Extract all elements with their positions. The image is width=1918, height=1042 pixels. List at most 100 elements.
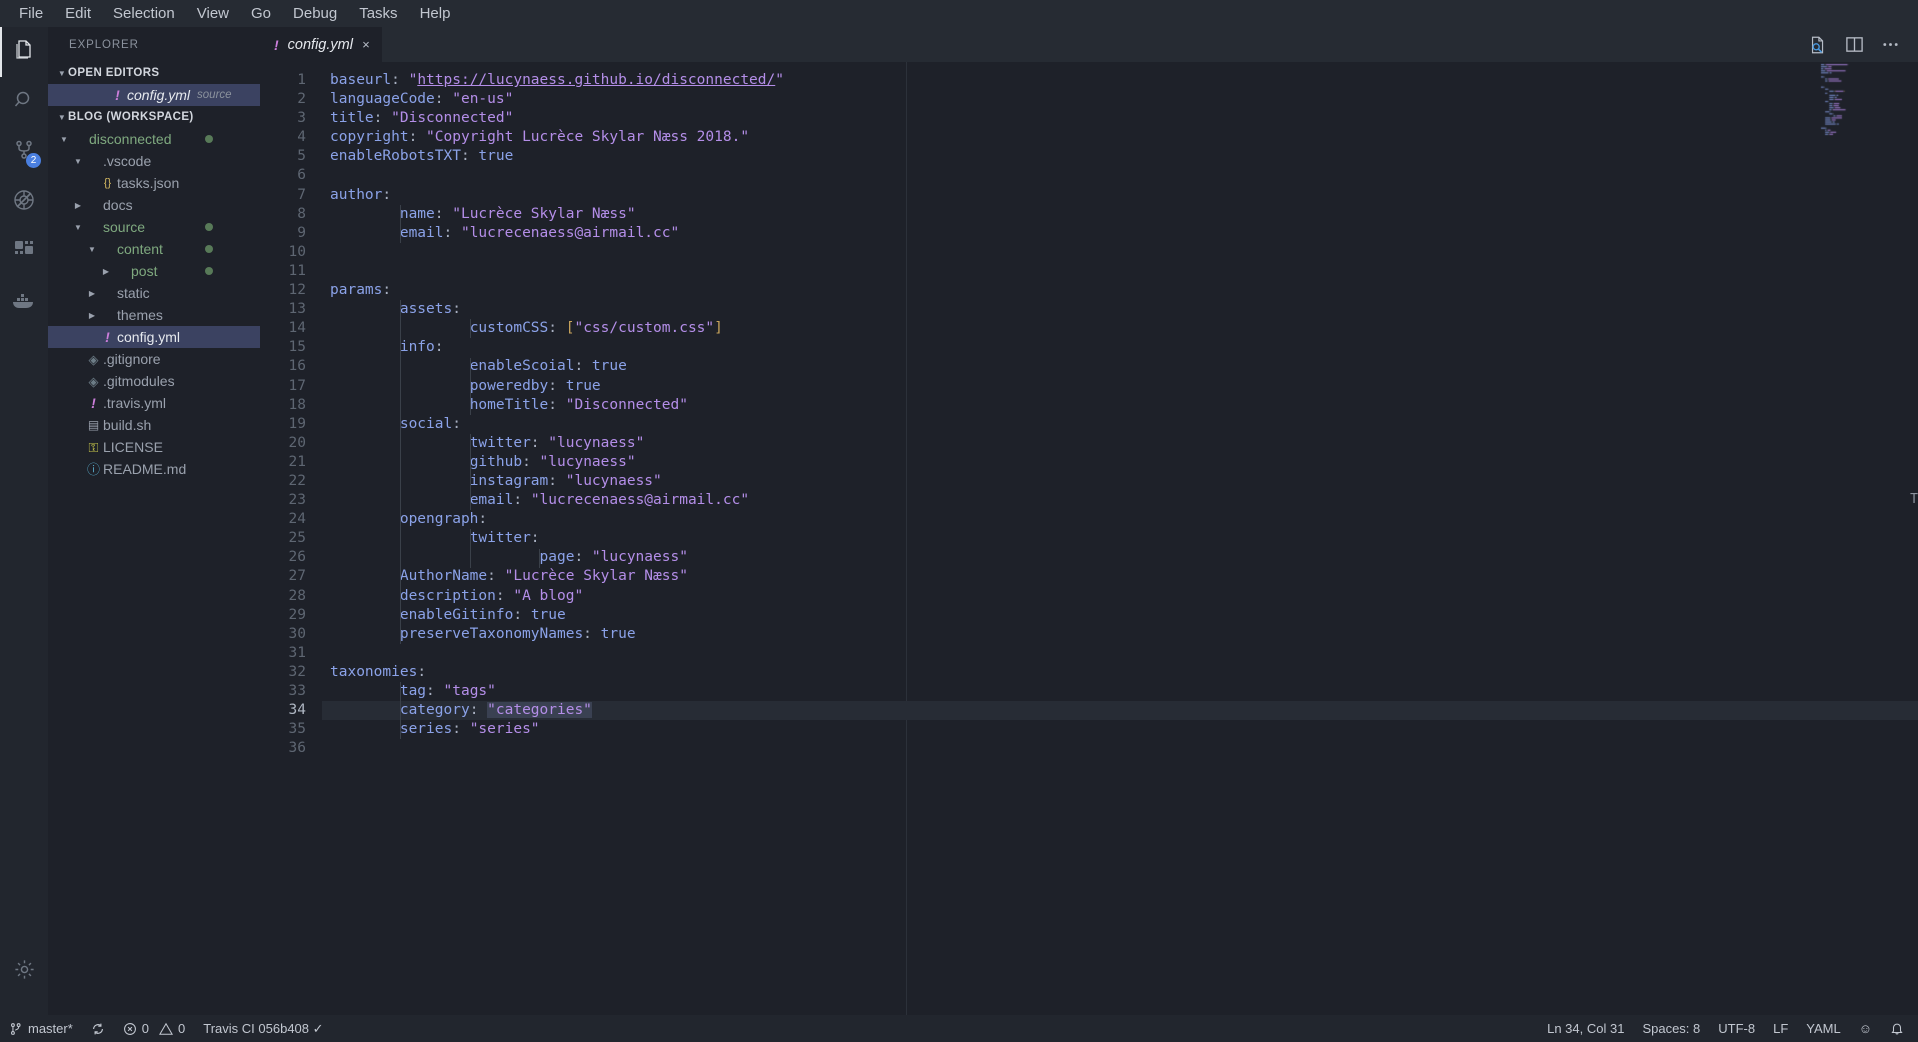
code-line[interactable]: copyright: "Copyright Lucrèce Skylar Næs… <box>322 128 1918 147</box>
tree-folder-disconnected[interactable]: ▼ disconnected <box>48 128 260 150</box>
code-content[interactable]: baseurl: "https://lucynaess.github.io/di… <box>322 62 1918 1015</box>
code-line[interactable] <box>322 262 1918 281</box>
activity-item-search[interactable] <box>0 77 48 127</box>
status-travis-ci[interactable]: Travis CI 056b408 ✓ <box>194 1015 332 1042</box>
status-travis-label: Travis CI 056b408 ✓ <box>203 1020 324 1036</box>
status-feedback[interactable]: ☺ <box>1850 1021 1881 1036</box>
tree-file-build.sh[interactable]: ▤ build.sh <box>48 414 260 436</box>
code-token: social <box>399 415 453 432</box>
code-line[interactable]: title: "Disconnected" <box>322 109 1918 128</box>
activity-item-explorer[interactable] <box>0 27 48 77</box>
line-number: 19 <box>288 415 306 432</box>
code-line[interactable] <box>322 166 1918 185</box>
activity-item-source-control[interactable]: 2 <box>0 127 48 177</box>
open-editor-item[interactable]: ! config.yml source <box>48 84 260 106</box>
code-line[interactable]: author: <box>322 186 1918 205</box>
code-line[interactable]: enableGitinfo: true <box>322 606 1918 625</box>
tree-file-gitmodules[interactable]: ◈ .gitmodules <box>48 370 260 392</box>
status-eol[interactable]: LF <box>1764 1021 1797 1036</box>
menu-debug[interactable]: Debug <box>282 3 348 24</box>
menu-file[interactable]: File <box>8 3 54 24</box>
code-line[interactable]: AuthorName: "Lucrèce Skylar Næss" <box>322 567 1918 586</box>
line-number: 25 <box>288 530 306 547</box>
status-problems[interactable]: 0 0 <box>114 1015 194 1042</box>
code-line[interactable]: params: <box>322 281 1918 300</box>
status-cursor-position[interactable]: Ln 34, Col 31 <box>1538 1021 1633 1036</box>
code-line[interactable] <box>322 644 1918 663</box>
status-language-mode[interactable]: YAML <box>1797 1021 1849 1036</box>
tab-config-yml[interactable]: ! config.yml × <box>260 27 382 62</box>
preview-icon[interactable] <box>1808 35 1828 55</box>
tree-folder-docs[interactable]: ▶ docs <box>48 194 260 216</box>
tree-folder-static[interactable]: ▶ static <box>48 282 260 304</box>
tree-folder-content[interactable]: ▼ content <box>48 238 260 260</box>
code-line[interactable]: email: "lucrecenaess@airmail.cc" <box>322 491 1918 510</box>
code-line[interactable]: baseurl: "https://lucynaess.github.io/di… <box>322 71 1918 90</box>
code-line[interactable]: email: "lucrecenaess@airmail.cc" <box>322 224 1918 243</box>
code-line[interactable]: poweredby: true <box>322 377 1918 396</box>
split-editor-icon[interactable] <box>1845 35 1864 54</box>
code-token: "lucrecenaess@airmail.cc" <box>460 224 680 241</box>
code-line[interactable]: customCSS: ["css/custom.css"] <box>322 319 1918 338</box>
menu-go[interactable]: Go <box>240 3 282 24</box>
activity-item-extensions[interactable] <box>0 227 48 277</box>
tree-file-travis.yml[interactable]: ! .travis.yml <box>48 392 260 414</box>
tree-folder-themes[interactable]: ▶ themes <box>48 304 260 326</box>
workspace-header[interactable]: ▼ BLOG (WORKSPACE) <box>48 106 260 128</box>
status-language-mode-label: YAML <box>1806 1021 1841 1036</box>
code-line[interactable]: twitter: "lucynaess" <box>322 434 1918 453</box>
code-line[interactable] <box>322 739 1918 758</box>
open-editors-header[interactable]: ▼ OPEN EDITORS <box>48 62 260 84</box>
tree-folder-post[interactable]: ▶ post <box>48 260 260 282</box>
code-line[interactable]: description: "A blog" <box>322 587 1918 606</box>
code-line[interactable]: taxonomies: <box>322 663 1918 682</box>
code-line[interactable]: enableRobotsTXT: true <box>322 147 1918 166</box>
line-number: 22 <box>288 472 306 489</box>
tree-folder-vscode[interactable]: ▼ .vscode <box>48 150 260 172</box>
code-line[interactable]: opengraph: <box>322 510 1918 529</box>
code-line[interactable]: name: "Lucrèce Skylar Næss" <box>322 205 1918 224</box>
status-branch[interactable]: master* <box>0 1015 82 1042</box>
status-indentation[interactable]: Spaces: 8 <box>1633 1021 1709 1036</box>
tree-file-tasks.json[interactable]: {} tasks.json <box>48 172 260 194</box>
status-encoding[interactable]: UTF-8 <box>1709 1021 1764 1036</box>
tree-item-label: docs <box>103 197 133 213</box>
code-line[interactable]: page: "lucynaess" <box>322 548 1918 567</box>
code-line[interactable]: assets: <box>322 300 1918 319</box>
activity-item-debug[interactable] <box>0 177 48 227</box>
code-line[interactable]: homeTitle: "Disconnected" <box>322 396 1918 415</box>
close-icon[interactable]: × <box>362 37 370 52</box>
activity-item-settings[interactable] <box>0 947 48 997</box>
menu-help[interactable]: Help <box>409 3 462 24</box>
code-line[interactable]: instagram: "lucynaess" <box>322 472 1918 491</box>
tree-file-config.yml[interactable]: ! config.yml <box>48 326 260 348</box>
code-line[interactable]: languageCode: "en-us" <box>322 90 1918 109</box>
menu-selection[interactable]: Selection <box>102 3 186 24</box>
ellipsis-icon[interactable] <box>1881 35 1900 54</box>
code-line[interactable]: enableScoial: true <box>322 357 1918 376</box>
code-editor[interactable]: 1 2 3 4 5 6 7 8 9 10 11 12 13 14 15 16 17 18 19 20 21 22 23 24 2… <box>260 62 1918 1015</box>
status-notifications[interactable] <box>1881 1021 1918 1036</box>
line-number: 9 <box>297 224 306 241</box>
code-line[interactable]: tag: "tags" <box>322 682 1918 701</box>
code-line[interactable]: preserveTaxonomyNames: true <box>322 625 1918 644</box>
tree-file-gitignore[interactable]: ◈ .gitignore <box>48 348 260 370</box>
code-line[interactable]: twitter: <box>322 529 1918 548</box>
tree-file-README.md[interactable]: ⓘ README.md <box>48 458 260 480</box>
code-line[interactable]: category: "categories" <box>322 701 1918 721</box>
activity-item-docker[interactable] <box>0 277 48 327</box>
tree-file-LICENSE[interactable]: ⚿ LICENSE <box>48 436 260 458</box>
code-line[interactable] <box>322 243 1918 262</box>
code-line[interactable]: social: <box>322 415 1918 434</box>
menu-tasks[interactable]: Tasks <box>348 3 408 24</box>
code-line[interactable]: github: "lucynaess" <box>322 453 1918 472</box>
menu-view[interactable]: View <box>186 3 240 24</box>
warning-icon <box>159 1022 174 1036</box>
code-line[interactable]: info: <box>322 338 1918 357</box>
menu-edit[interactable]: Edit <box>54 3 102 24</box>
tree-folder-source[interactable]: ▼ source <box>48 216 260 238</box>
code-token: copyright <box>330 129 409 146</box>
status-sync[interactable] <box>82 1015 114 1042</box>
code-line[interactable]: series: "series" <box>322 720 1918 739</box>
